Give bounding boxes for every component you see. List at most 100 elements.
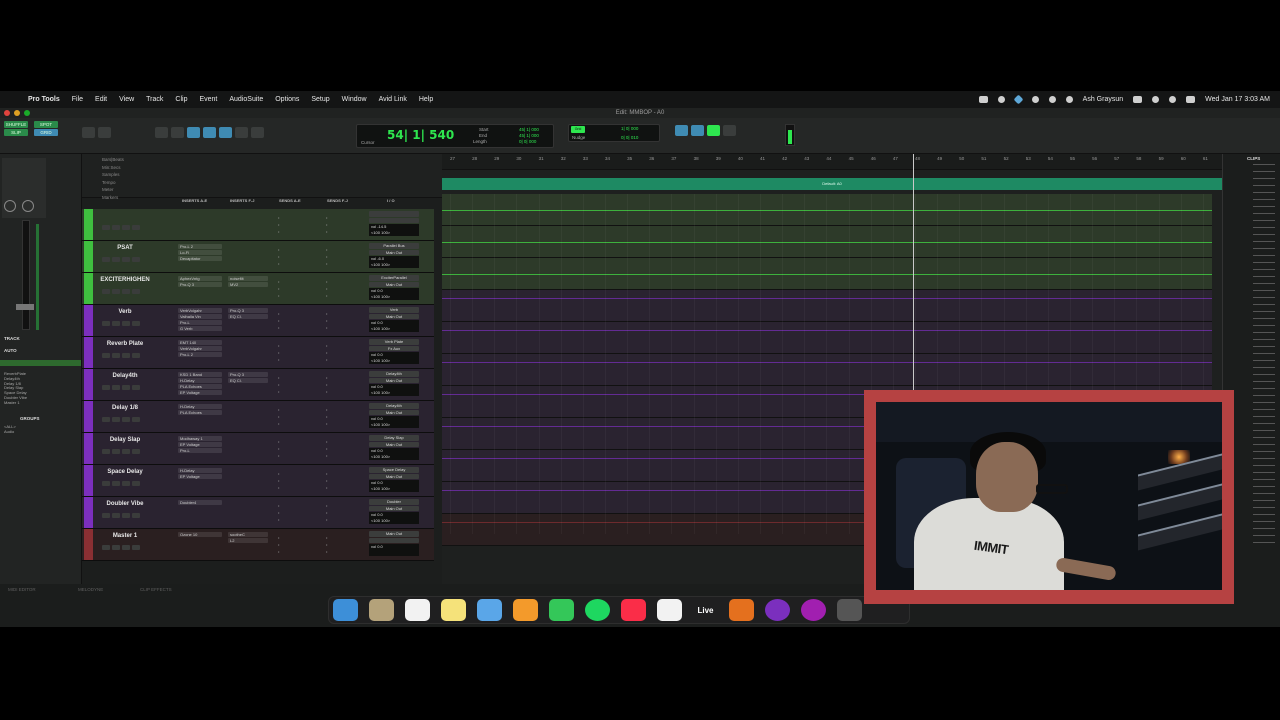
- track-name[interactable]: Delay Slap: [94, 437, 156, 443]
- notes-icon[interactable]: [441, 599, 466, 621]
- sends-a-e-slots[interactable]: • • •: [278, 342, 279, 363]
- output-selector[interactable]: Main Out: [369, 505, 419, 511]
- insert-slot[interactable]: Pro-L: [178, 448, 222, 453]
- pan-readout[interactable]: <100 100>: [369, 326, 419, 332]
- clip-list-row[interactable]: [1253, 262, 1275, 263]
- input-selector[interactable]: Space Delay: [369, 467, 419, 473]
- output-selector[interactable]: Main Out: [369, 377, 419, 383]
- output-selector[interactable]: Main Out: [369, 313, 419, 319]
- pencil-tool-button[interactable]: [235, 127, 248, 138]
- auto-mode-select[interactable]: [0, 360, 81, 366]
- mute-button[interactable]: [132, 257, 140, 262]
- clip-list-row[interactable]: [1253, 339, 1275, 340]
- status-toggle-icon[interactable]: [1031, 96, 1039, 103]
- record-arm-button[interactable]: [102, 513, 110, 518]
- solo-button[interactable]: [122, 257, 130, 262]
- input-selector[interactable]: Delay Slap: [369, 435, 419, 441]
- capcut-icon[interactable]: [657, 599, 682, 621]
- insert-slot[interactable]: L2: [228, 538, 268, 543]
- pan-readout[interactable]: <100 100>: [369, 294, 419, 300]
- pan-readout[interactable]: <100 100>: [369, 422, 419, 428]
- solo-button[interactable]: [122, 289, 130, 294]
- clip-list-row[interactable]: [1253, 542, 1275, 543]
- music-icon[interactable]: [621, 599, 646, 621]
- input-monitor-button[interactable]: [112, 481, 120, 486]
- insert-slot[interactable]: MV2: [228, 282, 268, 287]
- clip-list-row[interactable]: [1253, 283, 1275, 284]
- menubar-username[interactable]: Ash Graysun: [1083, 96, 1123, 103]
- pan-readout[interactable]: [369, 550, 419, 556]
- melodyne-tab[interactable]: MELODYNE: [78, 587, 103, 592]
- selector-tool-button[interactable]: [187, 127, 200, 138]
- insert-slot[interactable]: EQ Cl.: [228, 378, 268, 383]
- clip-list-row[interactable]: [1253, 381, 1275, 382]
- sends-a-e-slots[interactable]: • • •: [278, 534, 279, 555]
- calendar-icon[interactable]: [405, 599, 430, 621]
- record-arm-button[interactable]: [102, 481, 110, 486]
- output-selector[interactable]: Fx Aux: [369, 345, 419, 351]
- insert-slot[interactable]: Pro-L 2: [178, 352, 222, 357]
- start-value[interactable]: 45| 1| 000: [519, 127, 539, 132]
- launchpad-icon[interactable]: [369, 599, 394, 621]
- clip-list-row[interactable]: [1253, 367, 1275, 368]
- sends-f-j-slots[interactable]: • • •: [326, 406, 327, 427]
- marker-default[interactable]: Default: A0: [442, 178, 1222, 190]
- menu-event[interactable]: Event: [199, 96, 217, 103]
- track-row[interactable]: • • • • • • vol -14.5 <100 100>: [82, 209, 434, 241]
- sends-f-j-slots[interactable]: • • •: [326, 342, 327, 363]
- link-button[interactable]: [675, 125, 688, 136]
- numbers-icon[interactable]: [549, 599, 574, 621]
- insert-slot[interactable]: H-Delay: [178, 404, 222, 409]
- close-icon[interactable]: [4, 110, 10, 116]
- clip-list-row[interactable]: [1253, 171, 1275, 172]
- input-selector[interactable]: Verb Plate: [369, 339, 419, 345]
- slip-mode-button[interactable]: SLIP: [4, 129, 28, 136]
- sends-a-e-slots[interactable]: • • •: [278, 278, 279, 299]
- input-selector[interactable]: ExciterParallel: [369, 275, 419, 281]
- menu-track[interactable]: Track: [146, 96, 163, 103]
- search-icon[interactable]: [1169, 96, 1177, 103]
- clip-list-row[interactable]: [1253, 535, 1275, 536]
- sends-f-j-slots[interactable]: • • •: [326, 246, 327, 267]
- output-selector[interactable]: Main Out: [369, 249, 419, 255]
- track-name[interactable]: Delay 1/8: [94, 405, 156, 411]
- mute-button[interactable]: [132, 225, 140, 230]
- insert-slot[interactable]: H-Delay: [178, 468, 222, 473]
- ruler-tempo[interactable]: Tempo: [102, 179, 124, 187]
- clip-list-row[interactable]: [1253, 297, 1275, 298]
- clip-list-row[interactable]: [1253, 430, 1275, 431]
- clip-list-row[interactable]: [1253, 374, 1275, 375]
- output-selector[interactable]: Main Out: [369, 473, 419, 479]
- solo-button[interactable]: [122, 545, 130, 550]
- insert-slot[interactable]: Modhaway 1: [178, 436, 222, 441]
- clip-list-row[interactable]: [1253, 458, 1275, 459]
- insert-slot[interactable]: EP Voltage: [178, 442, 222, 447]
- menu-help[interactable]: Help: [419, 96, 433, 103]
- track-name[interactable]: Verb: [94, 309, 156, 315]
- trim-tool-button[interactable]: [155, 127, 168, 138]
- clip-list-row[interactable]: [1253, 472, 1275, 473]
- sends-f-j-slots[interactable]: • • •: [326, 470, 327, 491]
- pages-icon[interactable]: [513, 599, 538, 621]
- solo-button[interactable]: [122, 513, 130, 518]
- clip-list-row[interactable]: [1253, 255, 1275, 256]
- clip-list-row[interactable]: [1253, 318, 1275, 319]
- output-selector[interactable]: [369, 217, 419, 223]
- clip-list-row[interactable]: [1253, 416, 1275, 417]
- record-arm-button[interactable]: [102, 417, 110, 422]
- battery-icon[interactable]: [1133, 96, 1143, 103]
- sends-a-e-slots[interactable]: • • •: [278, 246, 279, 267]
- ruler-min-secs[interactable]: Min:Secs: [102, 164, 124, 172]
- clip-list-row[interactable]: [1253, 493, 1275, 494]
- clip-list-row[interactable]: [1253, 388, 1275, 389]
- input-selector[interactable]: Parallel Bus: [369, 243, 419, 249]
- track-row[interactable]: EXCITERHIGHEN AphexVntg Pro-Q 3 noisefilt M…: [82, 273, 434, 305]
- insert-slot[interactable]: noisefilt: [228, 276, 268, 281]
- group-item[interactable]: Audio: [4, 429, 16, 434]
- insert-slot[interactable]: H-Delay: [178, 378, 222, 383]
- mute-button[interactable]: [132, 385, 140, 390]
- grid-value[interactable]: 1| 0| 000: [621, 126, 638, 131]
- pan-knob-right-icon[interactable]: [22, 200, 34, 212]
- input-monitor-button[interactable]: [112, 257, 120, 262]
- clip-list-row[interactable]: [1253, 360, 1275, 361]
